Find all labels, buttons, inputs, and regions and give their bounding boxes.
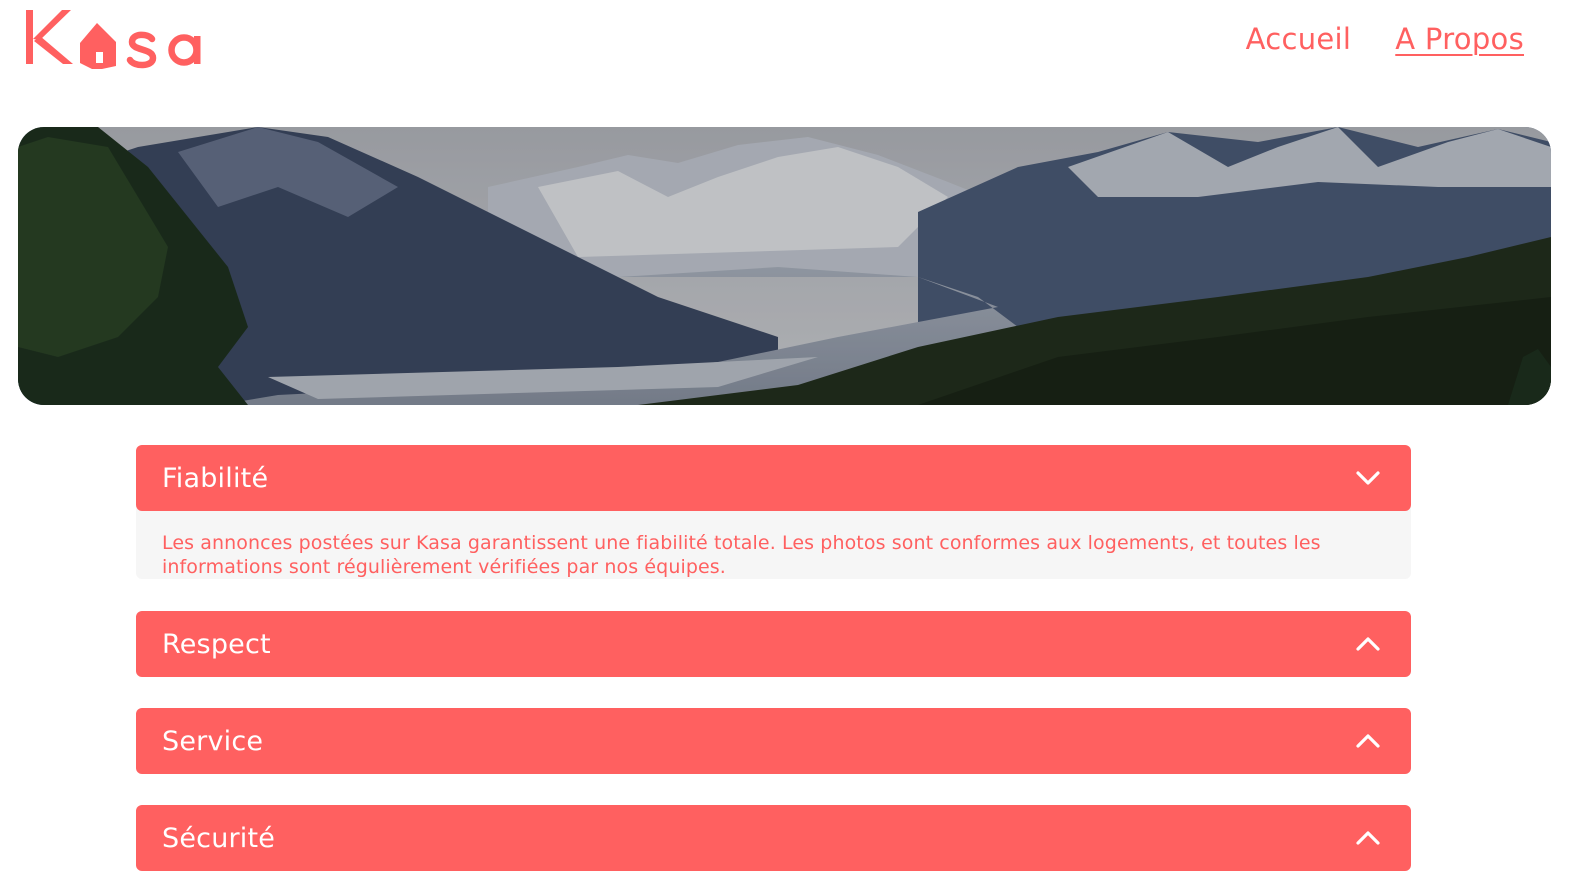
banner-overlay — [18, 127, 1551, 405]
chevron-up-icon[interactable] — [1355, 631, 1381, 657]
collapse-header-respect[interactable]: Respect — [136, 611, 1411, 677]
about-banner — [18, 127, 1551, 405]
collapse-content-fiabilite: Les annonces postées sur Kasa garantisse… — [136, 505, 1411, 579]
collapse-header-service[interactable]: Service — [136, 708, 1411, 774]
collapse-title: Service — [162, 725, 264, 757]
chevron-up-icon[interactable] — [1355, 728, 1381, 754]
collapse-respect: Respect — [136, 611, 1411, 677]
header: Accueil A Propos — [0, 0, 1574, 100]
collapse-title: Fiabilité — [162, 462, 269, 494]
collapse-title: Respect — [162, 628, 271, 660]
collapse-header-fiabilite[interactable]: Fiabilité — [136, 445, 1411, 511]
collapse-title: Sécurité — [162, 822, 276, 854]
main-nav: Accueil A Propos — [1246, 22, 1524, 56]
nav-link-accueil[interactable]: Accueil — [1246, 22, 1352, 56]
collapse-header-securite[interactable]: Sécurité — [136, 805, 1411, 871]
collapse-fiabilite: Fiabilité Les annonces postées sur Kasa … — [136, 445, 1411, 579]
kasa-logo-mark — [26, 10, 201, 69]
about-page: Accueil A Propos Fiabilité Les annonces … — [0, 0, 1574, 881]
chevron-up-icon[interactable] — [1355, 825, 1381, 851]
collapse-securite: Sécurité — [136, 805, 1411, 871]
nav-link-a-propos[interactable]: A Propos — [1395, 22, 1524, 56]
collapse-service: Service — [136, 708, 1411, 774]
kasa-logo[interactable] — [20, 0, 220, 80]
chevron-down-icon[interactable] — [1355, 465, 1381, 491]
